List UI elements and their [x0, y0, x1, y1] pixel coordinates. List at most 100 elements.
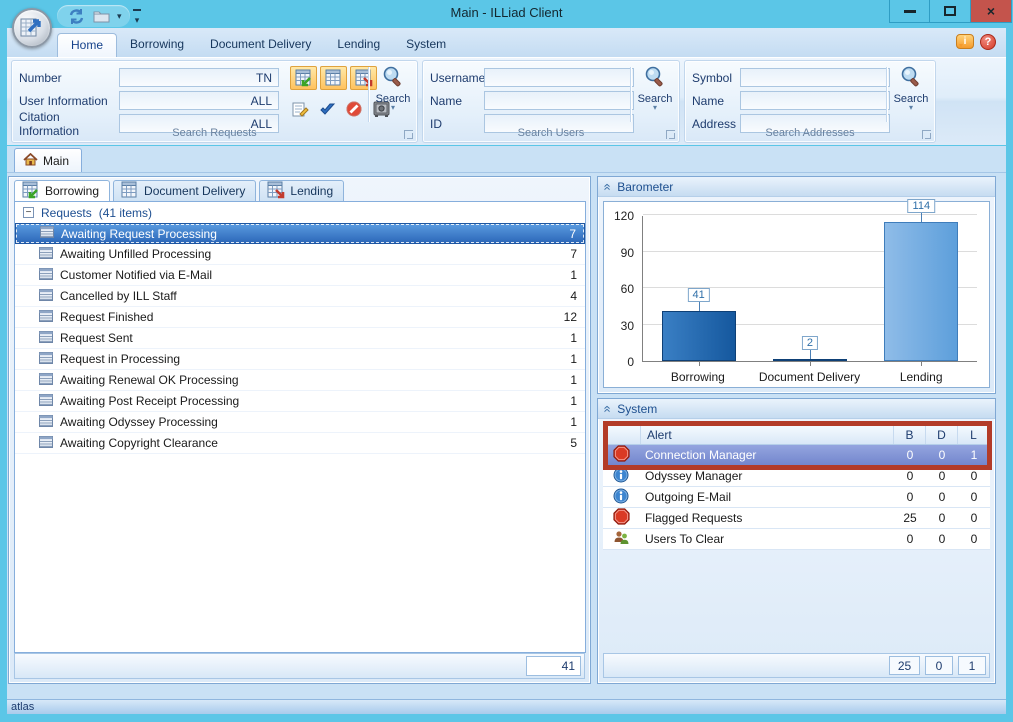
field-label: Name: [692, 94, 738, 108]
dialog-launcher-icon[interactable]: [666, 130, 675, 139]
system-alert-row[interactable]: Connection Manager001: [603, 445, 990, 466]
system-title: System: [617, 402, 657, 416]
chart-x-labels: BorrowingDocument DeliveryLending: [642, 370, 977, 384]
refresh-button[interactable]: [65, 7, 87, 25]
requests-group-count: (41 items): [99, 206, 152, 220]
queue-tab-lending[interactable]: Lending: [259, 180, 344, 202]
request-queue-row[interactable]: Awaiting Copyright Clearance5: [15, 433, 585, 454]
name-input[interactable]: [484, 91, 634, 110]
requests-summary-bar: 41: [14, 653, 585, 679]
group-separator: [886, 67, 887, 122]
new-request-button[interactable]: [91, 7, 113, 25]
dialog-launcher-icon[interactable]: [404, 130, 413, 139]
alert-count: 25: [894, 511, 926, 525]
search-requests-button[interactable]: Search ▾: [372, 65, 414, 110]
system-alert-row[interactable]: Outgoing E-Mail000: [603, 487, 990, 508]
illiad-app-icon: [19, 14, 45, 43]
request-queue-row[interactable]: Request in Processing1: [15, 349, 585, 370]
search-users-button[interactable]: Search ▾: [634, 65, 676, 110]
document-delivery-grid-button[interactable]: [320, 66, 347, 90]
request-queue-row[interactable]: Awaiting Request Processing7: [15, 223, 585, 244]
system-alert-row[interactable]: Users To Clear000: [603, 529, 990, 550]
symbol-input[interactable]: [740, 68, 890, 87]
field-label: Number: [19, 71, 117, 85]
system-alert-row[interactable]: Flagged Requests2500: [603, 508, 990, 529]
queue-label: Awaiting Renewal OK Processing: [60, 373, 239, 387]
field-label: Username: [430, 71, 482, 85]
ribbon-tab-system[interactable]: System: [393, 33, 459, 57]
request-queue-row[interactable]: Cancelled by ILL Staff4: [15, 286, 585, 307]
alert-count: 0: [926, 469, 958, 483]
alert-label: Users To Clear: [639, 532, 894, 546]
number-input[interactable]: [119, 68, 279, 87]
collapse-group-icon[interactable]: −: [23, 207, 34, 218]
borrowing-grid-button[interactable]: [290, 66, 317, 90]
system-total-d: 0: [925, 656, 953, 675]
close-button[interactable]: ×: [971, 0, 1012, 23]
field-label: Name: [430, 94, 482, 108]
help-icon[interactable]: ?: [980, 34, 996, 50]
queue-label: Awaiting Post Receipt Processing: [60, 394, 239, 408]
queue-label: Awaiting Copyright Clearance: [60, 436, 218, 450]
x-axis-tick: [921, 362, 922, 366]
system-header[interactable]: « System: [598, 399, 995, 419]
y-axis-tick-label: 0: [608, 355, 634, 369]
x-axis-category-label: Lending: [865, 370, 977, 384]
alert-column-header: Alert: [640, 426, 893, 444]
customize-quick-access-button[interactable]: ▾: [130, 9, 144, 26]
request-queue-row[interactable]: Awaiting Odyssey Processing1: [15, 412, 585, 433]
queue-count: 12: [564, 310, 579, 324]
system-alert-row[interactable]: Odyssey Manager000: [603, 466, 990, 487]
ribbon-tab-home[interactable]: Home: [57, 33, 117, 57]
name-input[interactable]: [740, 91, 890, 110]
edit-request-button[interactable]: [288, 98, 312, 120]
barometer-header[interactable]: « Barometer: [598, 177, 995, 197]
request-queue-row[interactable]: Customer Notified via E-Mail1: [15, 265, 585, 286]
request-queue-row[interactable]: Awaiting Post Receipt Processing1: [15, 391, 585, 412]
bar-slot: 41: [643, 216, 754, 361]
bar-slot: 114: [866, 216, 977, 361]
request-queue-row[interactable]: Request Sent1: [15, 328, 585, 349]
request-queue-row[interactable]: Awaiting Unfilled Processing7: [15, 244, 585, 265]
queue-tab-borrowing[interactable]: Borrowing: [14, 180, 110, 202]
about-info-icon[interactable]: i: [956, 34, 974, 49]
group-title: Search Addresses: [685, 125, 935, 141]
new-request-dropdown-icon[interactable]: ▾: [117, 11, 122, 22]
queue-label: Cancelled by ILL Staff: [60, 289, 177, 303]
minimize-button[interactable]: [889, 0, 930, 23]
ribbon-tab-borrowing[interactable]: Borrowing: [117, 33, 197, 57]
search-dropdown-icon: ▾: [653, 106, 657, 110]
maximize-button[interactable]: [930, 0, 971, 23]
ribbon-tabstrip: HomeBorrowingDocument DeliveryLendingSys…: [7, 28, 1006, 57]
spreadsheet-row-icon: [39, 247, 53, 262]
bar-document-delivery: [773, 359, 847, 361]
ribbon-tab-document-delivery[interactable]: Document Delivery: [197, 33, 324, 57]
window-title: Main - ILLiad Client: [0, 5, 1013, 20]
alert-count: 0: [926, 448, 958, 462]
user-information-input[interactable]: [119, 91, 279, 110]
approve-button[interactable]: [315, 98, 339, 120]
block-button[interactable]: [342, 98, 366, 120]
search-addresses-button[interactable]: Search ▾: [890, 65, 932, 110]
dialog-launcher-icon[interactable]: [922, 130, 931, 139]
group-title: Search Users: [423, 125, 679, 141]
search-icon: [643, 65, 667, 92]
request-queue-row[interactable]: Request Finished12: [15, 307, 585, 328]
spreadsheet-row-icon: [39, 289, 53, 304]
ribbon-tab-lending[interactable]: Lending: [324, 33, 393, 57]
requests-group-header[interactable]: − Requests (41 items): [15, 202, 585, 223]
queue-label: Customer Notified via E-Mail: [60, 268, 212, 282]
barometer-chart: 0306090120 412114 BorrowingDocument Deli…: [603, 201, 990, 388]
search-dropdown-icon: ▾: [909, 106, 913, 110]
queue-tab-document-delivery[interactable]: Document Delivery: [113, 180, 256, 202]
queue-label: Awaiting Request Processing: [61, 227, 217, 241]
request-queue-row[interactable]: Awaiting Renewal OK Processing1: [15, 370, 585, 391]
alert-count: 0: [926, 490, 958, 504]
application-menu-button[interactable]: [12, 8, 52, 48]
tab-main[interactable]: Main: [14, 148, 82, 172]
bar-value-label: 41: [688, 288, 710, 302]
alert-label: Outgoing E-Mail: [639, 490, 894, 504]
username-input[interactable]: [484, 68, 634, 87]
queue-tabs: BorrowingDocument DeliveryLending: [14, 180, 347, 202]
maximize-icon: [944, 6, 956, 16]
